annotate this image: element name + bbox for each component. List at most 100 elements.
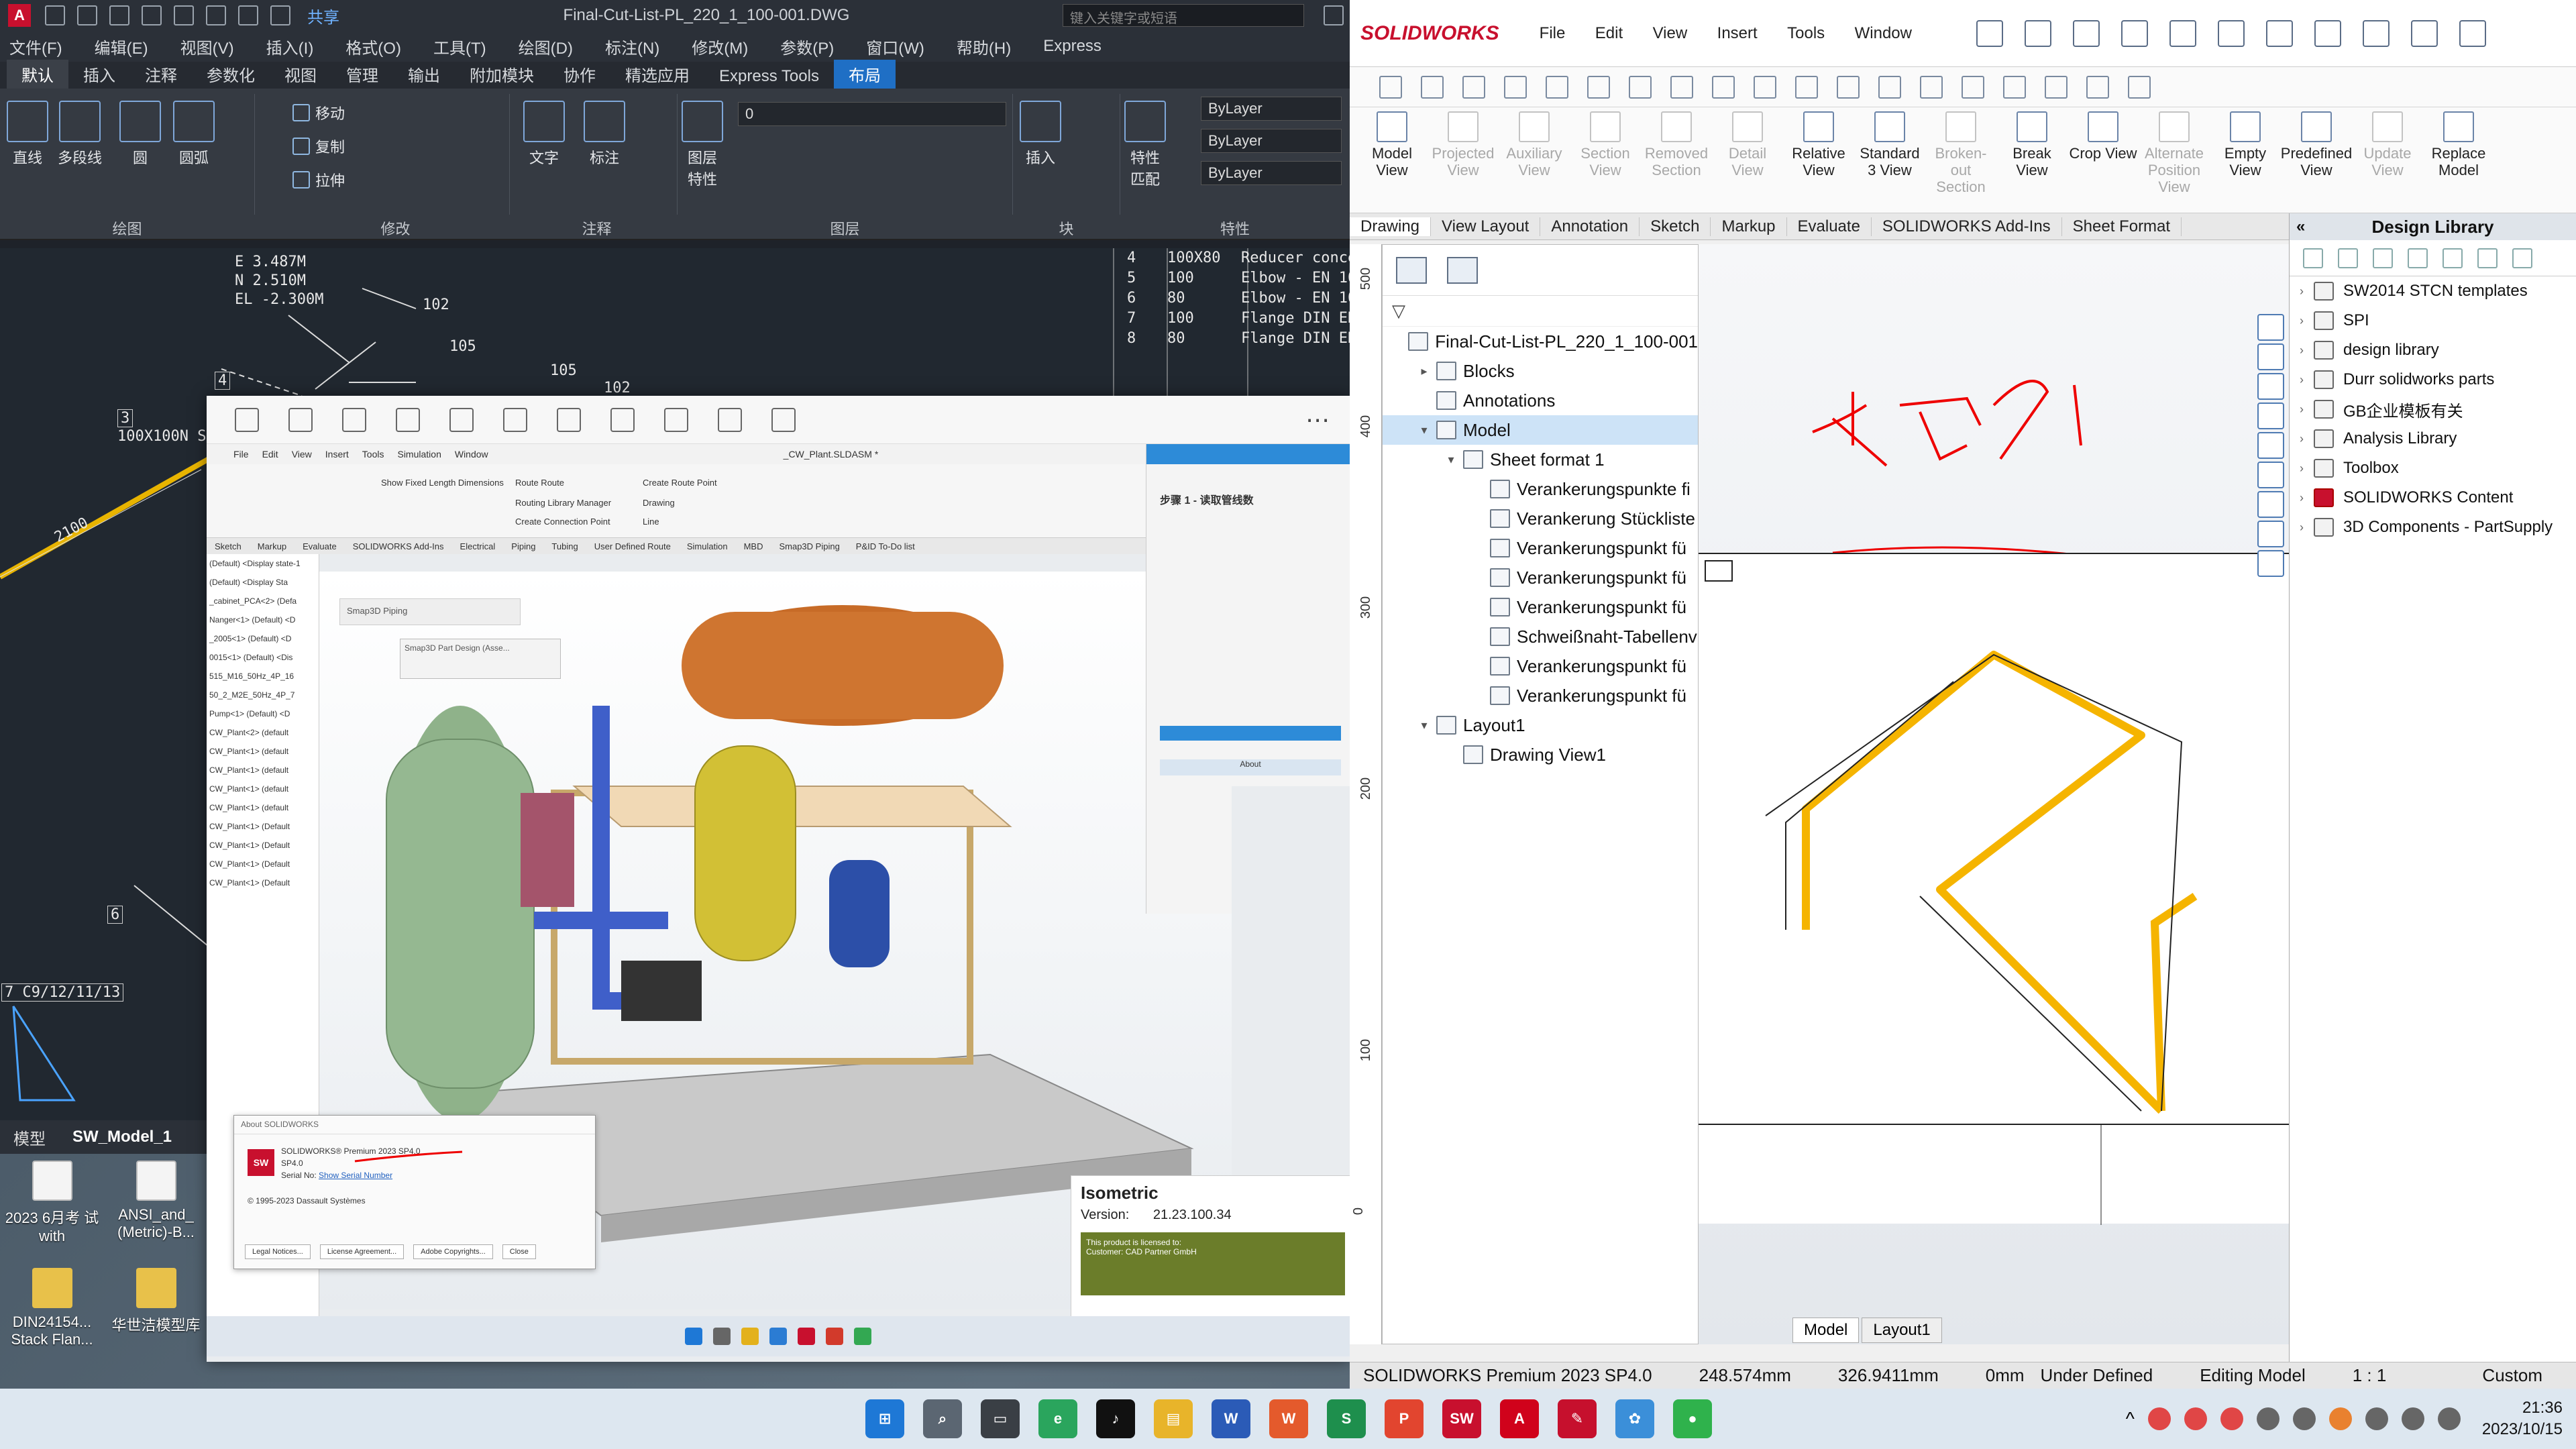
- cmd-break-view-button[interactable]: Break View: [1996, 111, 2068, 178]
- menu-tools[interactable]: 工具(T): [433, 35, 486, 58]
- custom-properties-icon[interactable]: [2257, 462, 2284, 488]
- volume-icon[interactable]: [2401, 1407, 2424, 1430]
- sw-tab-evaluate[interactable]: Evaluate: [1787, 217, 1872, 236]
- design-library-item[interactable]: › SW2014 STCN templates: [2290, 276, 2576, 306]
- menu-file[interactable]: 文件(F): [9, 35, 62, 58]
- home-icon[interactable]: [1976, 19, 2003, 47]
- cmd-projected-view-button[interactable]: Projected View: [1428, 111, 1499, 178]
- expand-chevron-icon[interactable]: ›: [2290, 521, 2314, 535]
- tab-manage[interactable]: 管理: [331, 60, 393, 89]
- drawing-sheet[interactable]: [1699, 553, 2289, 1225]
- up-one-level-icon[interactable]: [2512, 248, 2532, 268]
- cmd-model-view-button[interactable]: Model View: [1356, 111, 1428, 178]
- menu-format[interactable]: 格式(O): [345, 35, 401, 58]
- design-library-item[interactable]: › GB企业模板有关: [2290, 394, 2576, 424]
- tree-item[interactable]: Verankerung Stückliste: [1383, 504, 1698, 533]
- tree-item[interactable]: ▸ Blocks: [1383, 356, 1698, 386]
- menu-modify[interactable]: 修改(M): [692, 35, 748, 58]
- view-palette-icon[interactable]: [2257, 402, 2284, 429]
- autocad-search-input[interactable]: 键入关键字或短语: [1063, 4, 1304, 27]
- sheet-tab-layout1[interactable]: Layout1: [1862, 1318, 1942, 1343]
- forward-icon[interactable]: [288, 407, 313, 432]
- tab-addins[interactable]: 附加模块: [455, 60, 549, 89]
- layer-dropdown[interactable]: 0: [738, 102, 1006, 126]
- sw-menu-edit[interactable]: Edit: [1595, 24, 1623, 42]
- expand-toggle-icon[interactable]: ▸: [1416, 364, 1432, 378]
- expand-toggle-icon[interactable]: ▾: [1416, 423, 1432, 437]
- print-icon[interactable]: [206, 5, 226, 25]
- circle-button[interactable]: 圆: [119, 101, 161, 168]
- rebuild-icon[interactable]: [1629, 75, 1652, 99]
- expand-toggle-icon[interactable]: ▾: [1443, 453, 1459, 467]
- tray-app-icon[interactable]: [2328, 1407, 2352, 1430]
- create-folder-icon[interactable]: [2443, 248, 2463, 268]
- menu-parametric[interactable]: 参数(P): [780, 35, 834, 58]
- search-icon[interactable]: ⌕: [923, 1399, 962, 1438]
- cmd-empty-view-button[interactable]: Empty View: [2210, 111, 2281, 178]
- autocad-taskbar-icon[interactable]: A: [1500, 1399, 1539, 1438]
- datum-icon[interactable]: [2003, 75, 2026, 99]
- expand-chevron-icon[interactable]: ›: [2290, 284, 2314, 299]
- tree-item[interactable]: Drawing View1: [1383, 740, 1698, 769]
- sw-tab-sketch[interactable]: Sketch: [1640, 217, 1711, 236]
- save-icon[interactable]: [2121, 19, 2148, 47]
- file-explorer-icon[interactable]: ▤: [1154, 1399, 1193, 1438]
- select-icon[interactable]: [2314, 19, 2341, 47]
- redo-icon[interactable]: [270, 5, 290, 25]
- expand-chevron-icon[interactable]: ›: [2290, 314, 2314, 328]
- word-icon[interactable]: W: [1212, 1399, 1250, 1438]
- tab-featured-apps[interactable]: 精选应用: [610, 60, 704, 89]
- appearances-icon[interactable]: [2257, 432, 2284, 459]
- cmd-relative-view-button[interactable]: Relative View: [1783, 111, 1854, 178]
- file-explorer-icon[interactable]: [2257, 373, 2284, 400]
- polyline-button[interactable]: 多段线: [58, 101, 102, 168]
- tab-model-space[interactable]: 模型: [0, 1126, 59, 1149]
- edge-browser-icon[interactable]: e: [1038, 1399, 1077, 1438]
- tab-annotate[interactable]: 注释: [130, 60, 192, 89]
- more-options-icon[interactable]: ⋯: [1305, 406, 1330, 434]
- cmd-predefined-view-button[interactable]: Predefined View: [2281, 111, 2352, 178]
- solidworks-taskbar-icon[interactable]: SW: [1442, 1399, 1481, 1438]
- design-library-item[interactable]: › SOLIDWORKS Content: [2290, 483, 2576, 513]
- status-units[interactable]: Custom: [2482, 1365, 2542, 1386]
- options-icon[interactable]: [2128, 75, 2151, 99]
- solidworks-forum-icon[interactable]: [2257, 491, 2284, 518]
- cmd-standard-3-view-button[interactable]: Standard 3 View: [1854, 111, 1925, 178]
- start-button-icon[interactable]: ⊞: [865, 1399, 904, 1438]
- undo-icon[interactable]: [2217, 19, 2245, 47]
- menu-draw[interactable]: 绘图(D): [519, 35, 573, 58]
- expand-chevron-icon[interactable]: ›: [2290, 462, 2314, 476]
- copy-icon[interactable]: [664, 407, 688, 432]
- linetype-bylayer-dropdown[interactable]: ByLayer: [1201, 129, 1342, 153]
- actual-size-icon[interactable]: [503, 407, 527, 432]
- routing-library-icon[interactable]: [2257, 521, 2284, 547]
- filter-icon[interactable]: ▽: [1392, 301, 1405, 321]
- task-view-icon[interactable]: ▭: [981, 1399, 1020, 1438]
- new-document-icon[interactable]: [2024, 19, 2051, 47]
- add-to-library-icon[interactable]: [2373, 248, 2393, 268]
- save-as-icon[interactable]: [142, 5, 162, 25]
- tray-app-icon[interactable]: [2220, 1407, 2243, 1430]
- save-icon[interactable]: [1462, 75, 1485, 99]
- design-library-item[interactable]: › SPI: [2290, 306, 2576, 335]
- sw-tab-drawing[interactable]: Drawing: [1350, 217, 1432, 236]
- design-library-item[interactable]: › Analysis Library: [2290, 424, 2576, 453]
- desktop-icon-1[interactable]: 2023 6月考 试with: [0, 1154, 104, 1261]
- redo-icon[interactable]: [1587, 75, 1610, 99]
- menu-dimension[interactable]: 标注(N): [605, 35, 659, 58]
- menu-express[interactable]: Express: [1043, 37, 1102, 56]
- undo-icon[interactable]: [1546, 75, 1568, 99]
- solidworks-logo[interactable]: SOLIDWORKS: [1360, 22, 1499, 45]
- user-icon[interactable]: [2410, 19, 2438, 47]
- show-hidden-icons-icon[interactable]: ^: [2126, 1408, 2135, 1430]
- stretch-button[interactable]: 拉伸: [292, 169, 345, 191]
- design-library-item[interactable]: › 3D Components - PartSupply: [2290, 513, 2576, 542]
- open-file-icon[interactable]: [77, 5, 97, 25]
- move-button[interactable]: 移动: [292, 102, 345, 123]
- sw-tab-view-layout[interactable]: View Layout: [1431, 217, 1541, 236]
- tiktok-icon[interactable]: ♪: [1096, 1399, 1135, 1438]
- layer-properties-button[interactable]: 图层特性: [682, 101, 723, 189]
- rotate-icon[interactable]: [557, 407, 581, 432]
- design-library-icon[interactable]: [2257, 343, 2284, 370]
- wps-spreadsheet-icon[interactable]: S: [1327, 1399, 1366, 1438]
